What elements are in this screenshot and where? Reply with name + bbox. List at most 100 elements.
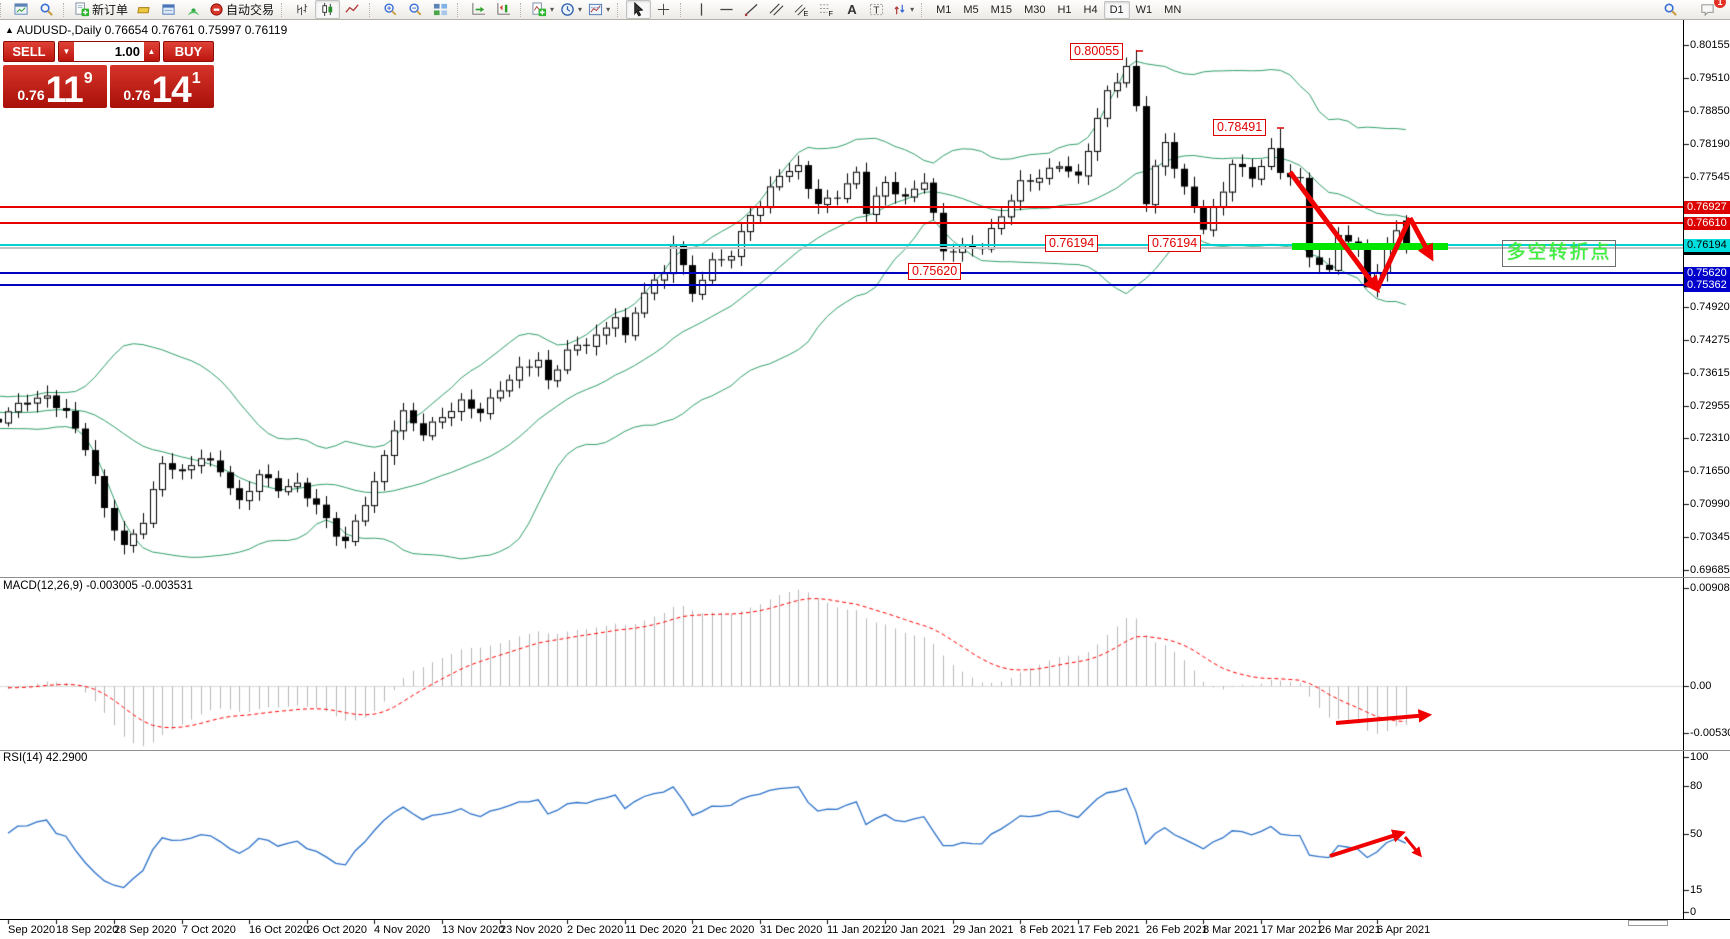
ask-prefix: 0.76 [123,87,150,103]
toolbar-grip[interactable] [0,3,6,17]
horizontal-line-button[interactable] [714,0,739,19]
object-hline-0.76610[interactable] [0,222,1683,224]
price-tick-0.80155: 0.80155 [1690,39,1730,51]
timeframe-button-d1[interactable]: D1 [1104,1,1130,19]
price-tick-0.73615: 0.73615 [1690,367,1730,379]
price-label-0.80055-0[interactable]: 0.80055 [1070,43,1123,60]
volume-decrease-button[interactable]: ▼ [59,42,74,61]
new-order-button[interactable]: 新订单 [72,0,131,19]
timeframe-button-m5[interactable]: M5 [957,1,984,19]
chart-canvas[interactable] [0,0,1730,939]
text-button[interactable]: A [839,0,864,19]
date-tick-17-Feb-2021: 17 Feb 2021 [1078,924,1140,936]
zoom-in-button[interactable] [378,0,403,19]
toolbar-grip[interactable] [617,3,623,17]
price-tick-0.79510: 0.79510 [1690,72,1730,84]
arrows-button[interactable]: ▾ [889,0,917,19]
object-hline-0.75362[interactable] [0,284,1683,286]
timeframe-button-h4[interactable]: H4 [1078,1,1104,19]
chart-scroll-thumb[interactable] [1628,920,1668,926]
chart-shift-button[interactable] [491,0,516,19]
line-chart-button[interactable] [340,0,365,19]
date-tick-23-Nov-2020: 23 Nov 2020 [500,924,562,936]
bull-bear-turning-point-note[interactable]: 多空转折点 [1502,240,1616,267]
symbol-arrow-icon: ▲ [5,25,14,35]
trendline-button[interactable] [739,0,764,19]
timeframe-button-m30[interactable]: M30 [1018,1,1051,19]
toolbar-right-icons: 1 [1658,0,1720,19]
object-hline-0.75620[interactable] [0,272,1683,274]
timeframe-button-h1[interactable]: H1 [1051,1,1077,19]
buy-button[interactable]: BUY [163,41,214,62]
price-label-0.78491-1[interactable]: 0.78491 [1213,119,1266,136]
toolbar-grip[interactable] [680,3,686,17]
autotrade-button[interactable]: 自动交易 [206,0,277,19]
templates-button[interactable]: ▾ [585,0,613,19]
date-tick-13-Nov-2020: 13 Nov 2020 [442,924,504,936]
price-tick-0.78190: 0.78190 [1690,138,1730,150]
candlestick-button[interactable] [315,0,340,19]
market-watch-icon[interactable] [131,0,156,19]
date-tick-26-Oct-2020: 26 Oct 2020 [307,924,367,936]
bid-price-display[interactable]: 0.76 11 9 [3,65,107,108]
dropdown-caret-icon[interactable]: ▾ [910,5,914,14]
green-support-zone[interactable] [1292,243,1448,250]
rsi-tick-100: 100 [1690,751,1708,763]
toolbar-grip[interactable] [457,3,463,17]
vertical-line-button[interactable] [689,0,714,19]
bid-big-digits: 11 [46,73,83,106]
ask-big-digits: 14 [152,73,191,106]
fibonacci-button[interactable]: F [814,0,839,19]
price-tick-0.72955: 0.72955 [1690,400,1730,412]
periods-button[interactable]: ▾ [557,0,585,19]
rsi-tick-15: 15 [1690,884,1702,896]
volume-input[interactable] [74,42,144,61]
volume-increase-button[interactable]: ▲ [144,42,159,61]
indicators-button[interactable]: ▾ [529,0,557,19]
volume-stepper: ▼ ▲ [58,41,160,62]
dropdown-caret-icon[interactable]: ▾ [550,5,554,14]
label-button[interactable]: T [864,0,889,19]
cursor-button[interactable] [626,0,651,19]
chart-window-icon[interactable] [9,0,34,19]
price-label-0.76194-2[interactable]: 0.76194 [1045,235,1098,252]
signal-icon[interactable] [181,0,206,19]
channel-button[interactable] [764,0,789,19]
price-label-0.76194-3[interactable]: 0.76194 [1148,235,1201,252]
dropdown-caret-icon[interactable]: ▾ [578,5,582,14]
equidistant-channel-button[interactable]: E [789,0,814,19]
toolbar-grip[interactable] [281,3,287,17]
zoom-out-button[interactable] [403,0,428,19]
crosshair-button[interactable] [651,0,676,19]
rsi-pane-splitter[interactable] [0,750,1730,751]
bar-chart-button[interactable] [290,0,315,19]
timeframe-button-w1[interactable]: W1 [1130,1,1159,19]
toolbar-grip[interactable] [520,3,526,17]
timeframe-button-mn[interactable]: MN [1158,1,1187,19]
date-tick-29-Jan-2021: 29 Jan 2021 [953,924,1014,936]
rsi-tick-0: 0 [1690,906,1696,918]
price-label-0.75620-4[interactable]: 0.75620 [908,263,961,280]
price-tick-0.72310: 0.72310 [1690,432,1730,444]
dropdown-caret-icon[interactable]: ▾ [606,5,610,14]
price-tick-0.77545: 0.77545 [1690,171,1730,183]
bid-prefix: 0.76 [17,87,44,103]
time-axis-line [0,919,1730,920]
ask-price-display[interactable]: 0.76 14 1 [110,65,214,108]
auto-scroll-button[interactable] [466,0,491,19]
macd-pane-splitter[interactable] [0,577,1730,578]
data-window-icon[interactable] [156,0,181,19]
new-order-button-label: 新订单 [92,1,128,18]
timeframe-button-m15[interactable]: M15 [985,1,1018,19]
sell-button[interactable]: SELL [3,41,55,62]
toolbar-grip[interactable] [369,3,375,17]
search-icon[interactable] [1658,0,1683,19]
date-tick-31-Dec-2020: 31 Dec 2020 [760,924,822,936]
object-hline-0.76927[interactable] [0,206,1683,208]
toolbar-grip[interactable] [63,3,69,17]
tile-windows-button[interactable] [428,0,453,19]
chat-icon[interactable]: 1 [1695,0,1720,19]
toolbar-grip[interactable] [921,3,927,17]
timeframe-button-m1[interactable]: M1 [930,1,957,19]
zoom-window-icon[interactable] [34,0,59,19]
